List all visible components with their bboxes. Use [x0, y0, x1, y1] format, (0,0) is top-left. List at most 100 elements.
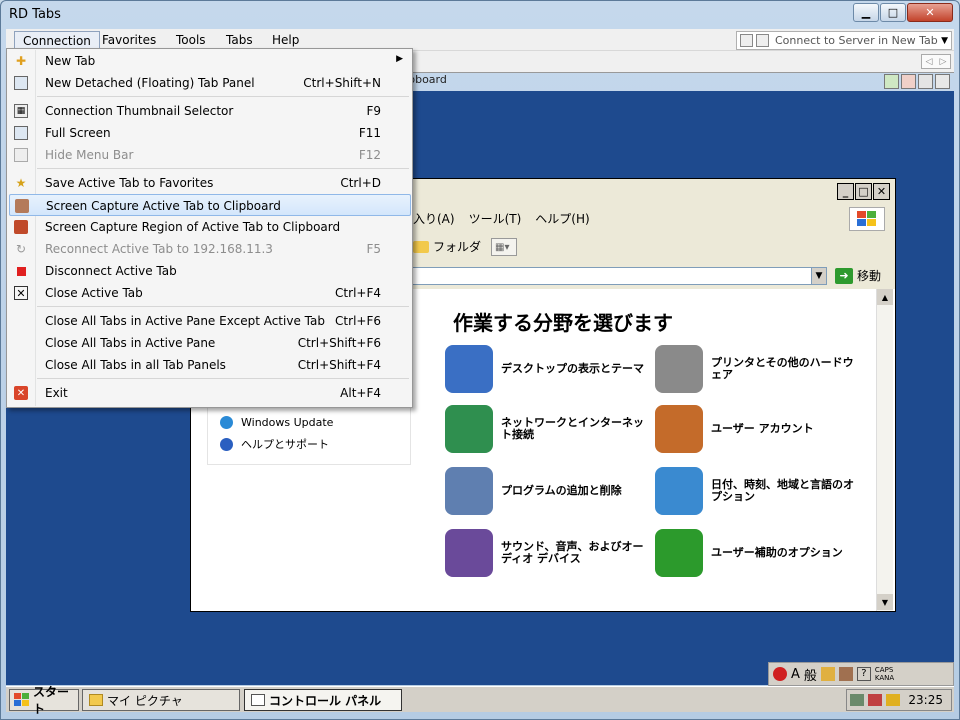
control-panel-icon [251, 694, 265, 706]
category-sound[interactable]: サウンド、音声、およびオーディオ デバイス [445, 529, 645, 577]
cp-maximize-button[interactable]: □ [855, 183, 872, 200]
folder-icon [89, 694, 103, 706]
maximize-button[interactable]: □ [880, 3, 906, 22]
menu-item-new-detached[interactable]: New Detached (Floating) Tab Panel Ctrl+S… [9, 72, 411, 94]
help-support-link[interactable]: ヘルプとサポート [220, 436, 329, 452]
menu-separator [37, 96, 409, 97]
menu-item-full-screen[interactable]: Full Screen F11 [9, 122, 411, 144]
task-my-pictures[interactable]: マイ ピクチャ [82, 689, 240, 711]
disconnect-icon [14, 264, 28, 278]
menu-item-label: Screen Capture Region of Active Tab to C… [45, 220, 341, 234]
input-mode-label[interactable]: A [791, 667, 800, 682]
menu-item-screen-capture[interactable]: Screen Capture Active Tab to Clipboard [9, 194, 411, 216]
category-display[interactable]: デスクトップの表示とテーマ [445, 345, 645, 393]
accessibility-icon [655, 529, 703, 577]
task-label: コントロール パネル [269, 693, 382, 708]
tab-scroll-buttons[interactable]: ◁ ▷ [921, 54, 951, 69]
chevron-right-icon[interactable]: ▷ [940, 57, 947, 67]
menu-item-reconnect[interactable]: ↻ Reconnect Active Tab to 192.168.11.3 F… [9, 238, 411, 260]
cp-scrollbar[interactable]: ▲ ▼ [876, 289, 893, 611]
conversion-mode-label[interactable]: 般 [804, 665, 817, 684]
menu-item-hide-menu-bar[interactable]: Hide Menu Bar F12 [9, 144, 411, 166]
thumbnail-grid-icon[interactable] [740, 34, 753, 47]
cp-left-panel: Windows Update ヘルプとサポート [207, 401, 411, 465]
menu-item-label: Screen Capture Active Tab to Clipboard [46, 199, 281, 213]
address-dropdown-icon[interactable]: ▼ [811, 267, 827, 285]
cp-minimize-button[interactable]: _ [837, 183, 854, 200]
category-programs[interactable]: プログラムの追加と削除 [445, 467, 645, 515]
chevron-down-icon[interactable]: ▼ [941, 36, 948, 46]
menu-item-close-all-except[interactable]: Close All Tabs in Active Pane Except Act… [9, 310, 411, 332]
category-date-region[interactable]: 日付、時刻、地域と言語のオプション [655, 467, 855, 515]
menu-item-label: Exit [45, 386, 68, 400]
security-icon[interactable] [868, 694, 883, 706]
menu-item-save-favorites[interactable]: ★ Save Active Tab to Favorites Ctrl+D [9, 172, 411, 194]
windows-update-link[interactable]: Windows Update [220, 416, 333, 429]
minimize-icon: _ [842, 185, 849, 198]
cp-menu-help[interactable]: ヘルプ(H) [535, 210, 589, 227]
go-button[interactable]: ➜ 移動 [835, 267, 881, 284]
calendar-globe-icon [655, 467, 703, 515]
scroll-down-icon[interactable]: ▼ [877, 594, 893, 610]
restore-tab-icon[interactable] [918, 74, 933, 89]
ime-tools-icon[interactable] [838, 667, 853, 681]
cp-close-button[interactable]: ✕ [873, 183, 890, 200]
fullscreen-icon [14, 126, 28, 140]
close-tab-small-icon[interactable] [901, 74, 916, 89]
scroll-up-icon[interactable]: ▲ [877, 289, 893, 305]
menu-item-close-all-panels[interactable]: Close All Tabs in all Tab Panels Ctrl+Sh… [9, 354, 411, 376]
clock[interactable]: 23:25 [908, 693, 943, 707]
favorite-star-icon: ★ [15, 176, 27, 190]
kana-label: KANA [874, 674, 895, 682]
help-icon[interactable]: ? [856, 667, 871, 681]
system-tray: 23:25 [846, 689, 952, 711]
menu-item-label: New Detached (Floating) Tab Panel [45, 76, 255, 90]
menu-item-close-all-pane[interactable]: Close All Tabs in Active Pane Ctrl+Shift… [9, 332, 411, 354]
tab-close-x-icon[interactable] [935, 74, 950, 89]
fullscreen-toggle-icon[interactable] [756, 34, 769, 47]
ime-pad-icon[interactable] [820, 667, 835, 681]
help-icon [220, 437, 233, 451]
task-control-panel[interactable]: コントロール パネル [244, 689, 402, 711]
category-label: デスクトップの表示とテーマ [501, 362, 644, 375]
menu-item-new-tab[interactable]: ✚ New Tab ▶ [9, 50, 411, 72]
language-bar: A 般 ? CAPS KANA [768, 662, 954, 686]
menu-item-label: Reconnect Active Tab to 192.168.11.3 [45, 242, 273, 256]
menu-item-thumbnail-selector[interactable]: ▦ Connection Thumbnail Selector F9 [9, 100, 411, 122]
category-accessibility[interactable]: ユーザー補助のオプション [655, 529, 855, 577]
category-network[interactable]: ネットワークとインターネット接続 [445, 405, 645, 453]
network-icon[interactable] [850, 694, 865, 706]
minimize-button[interactable]: ▁ [853, 3, 879, 22]
ime-icon[interactable] [773, 667, 787, 681]
category-label: プリンタとその他のハードウェア [711, 356, 854, 381]
category-user-accounts[interactable]: ユーザー アカウント [655, 405, 855, 453]
menu-item-shortcut: Ctrl+Shift+F4 [297, 358, 381, 372]
add-tab-icon[interactable] [884, 74, 899, 89]
display-theme-icon [445, 345, 493, 393]
menu-item-shortcut: Ctrl+Shift+F6 [297, 336, 381, 350]
menu-item-shortcut: F9 [366, 104, 381, 118]
category-label: ネットワークとインターネット接続 [501, 416, 644, 441]
category-printers[interactable]: プリンタとその他のハードウェア [655, 345, 855, 393]
cp-menu-tools[interactable]: ツール(T) [469, 210, 522, 227]
menu-item-screen-capture-region[interactable]: Screen Capture Region of Active Tab to C… [9, 216, 411, 238]
volume-icon[interactable] [886, 694, 901, 706]
reconnect-icon: ↻ [15, 242, 27, 256]
connection-menu: ✚ New Tab ▶ New Detached (Floating) Tab … [6, 48, 413, 408]
menu-item-exit[interactable]: ✕ Exit Alt+F4 [9, 382, 411, 404]
connect-server-combobox[interactable]: Connect to Server in New Tab ▼ [736, 31, 952, 50]
menu-item-shortcut: Ctrl+D [340, 176, 381, 190]
exit-icon: ✕ [14, 386, 28, 400]
folders-button[interactable]: フォルダ [413, 238, 481, 255]
cp-menu-item[interactable]: 入り(A) [413, 210, 455, 227]
category-label: プログラムの追加と削除 [501, 484, 622, 497]
menu-item-label: Close Active Tab [45, 286, 143, 300]
start-button[interactable]: スタート [9, 685, 79, 716]
menu-item-close-active-tab[interactable]: ✕ Close Active Tab Ctrl+F4 [9, 282, 411, 304]
close-button[interactable]: ✕ [907, 3, 953, 22]
menu-item-shortcut: F12 [358, 148, 381, 162]
menu-item-disconnect[interactable]: Disconnect Active Tab [9, 260, 411, 282]
chevron-left-icon[interactable]: ◁ [926, 57, 933, 67]
views-button[interactable]: ▦▾ [491, 238, 517, 256]
folders-label: フォルダ [433, 240, 482, 254]
